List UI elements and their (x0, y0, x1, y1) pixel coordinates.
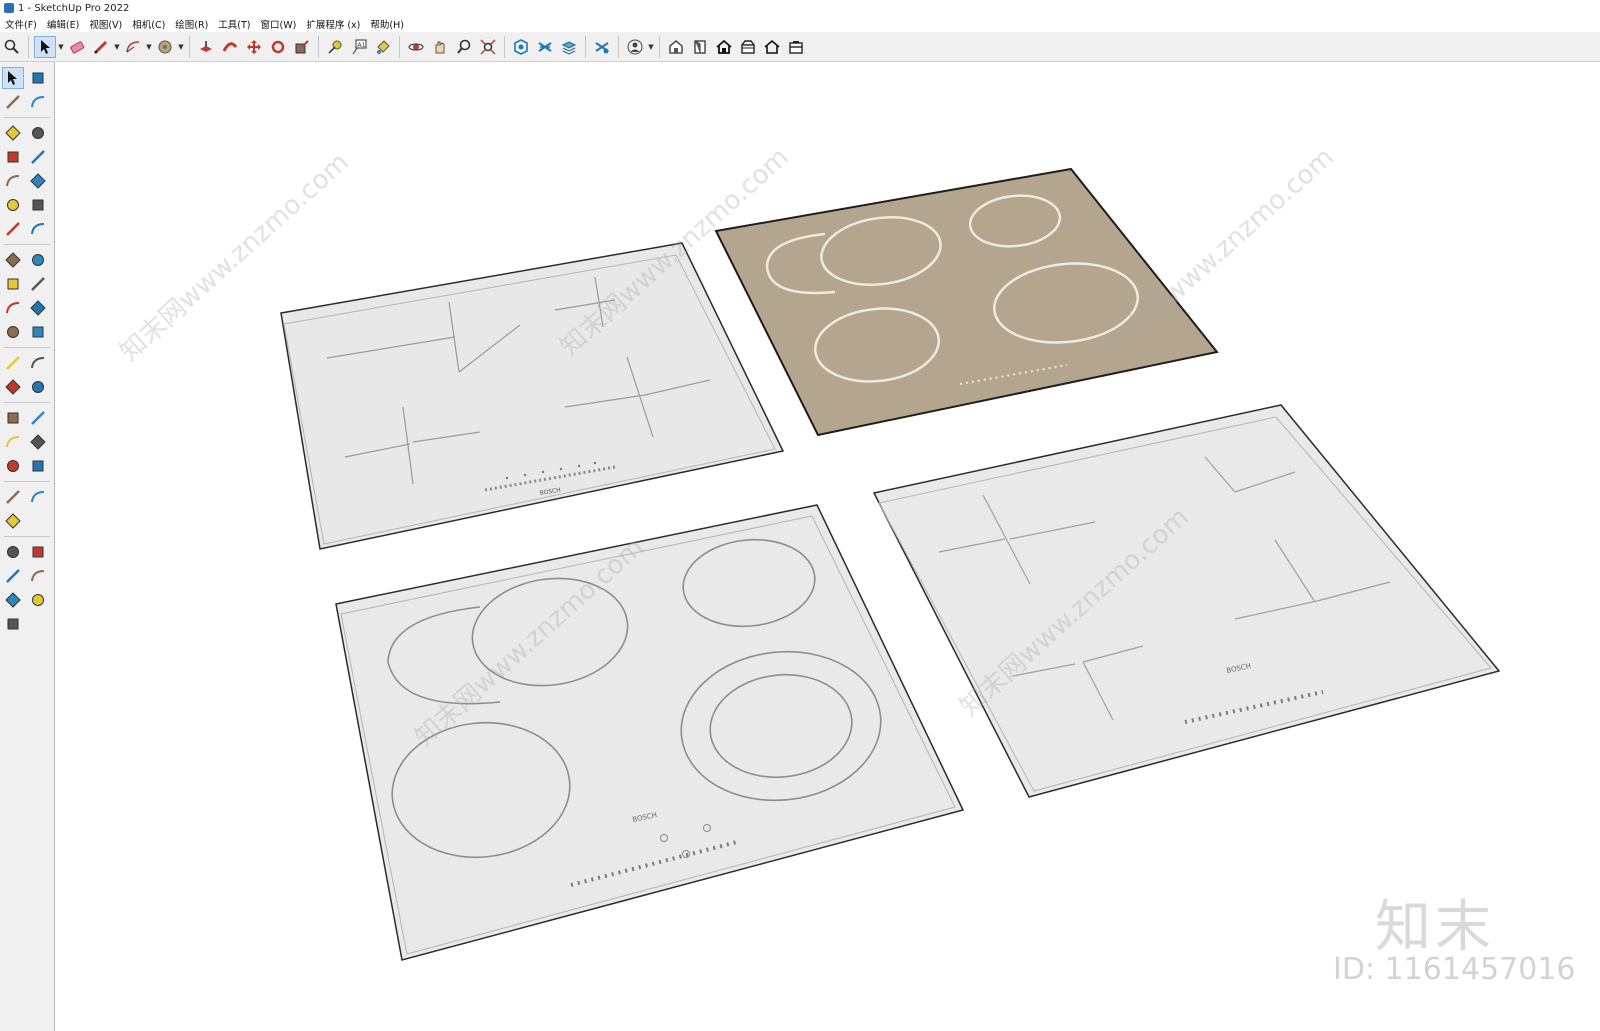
watermark-id: ID: 1161457016 (1333, 952, 1576, 987)
3dtext-icon[interactable] (27, 407, 49, 429)
select-dropdown-icon[interactable]: ▼ (57, 43, 65, 51)
eraser-icon[interactable] (66, 36, 88, 58)
account-dropdown-icon[interactable]: ▼ (647, 43, 655, 51)
arc3-icon[interactable] (2, 249, 24, 271)
tape-icon[interactable] (324, 36, 346, 58)
circle-icon[interactable] (2, 194, 24, 216)
text-icon[interactable] (27, 376, 49, 398)
select-icon[interactable] (34, 35, 56, 58)
section-icon[interactable] (534, 36, 556, 58)
orbit-icon[interactable] (27, 67, 49, 89)
rotate-icon[interactable] (267, 36, 289, 58)
model-viewport[interactable]: BOSCH BOSCH BOSCH 知末网www.znzmo.com 知末网ww… (55, 62, 1600, 1031)
component-icon[interactable] (510, 36, 532, 58)
sketchup-app-icon (4, 3, 14, 13)
pencil-icon[interactable] (2, 146, 24, 168)
menu-draw[interactable]: 绘图(R) (170, 17, 213, 31)
move-icon[interactable] (243, 36, 265, 58)
pencil-dropdown-icon[interactable]: ▼ (113, 43, 121, 51)
arc2-icon[interactable] (27, 218, 49, 240)
component-icon[interactable] (2, 122, 24, 144)
orbit2-icon[interactable] (2, 431, 24, 453)
home-icon[interactable] (713, 36, 735, 58)
ext2-icon[interactable] (2, 613, 24, 635)
rectangle-icon[interactable] (2, 170, 24, 192)
title-bar: 1 - SketchUp Pro 2022 (0, 0, 1600, 16)
rotated-rect-icon[interactable] (27, 170, 49, 192)
protractor-icon[interactable] (2, 376, 24, 398)
watermark-brand: 知末 (1375, 895, 1495, 960)
pan-icon[interactable] (429, 36, 451, 58)
paint-icon[interactable] (2, 91, 24, 113)
section-icon[interactable] (2, 565, 24, 587)
svg-text:A1: A1 (358, 42, 366, 49)
ext-warehouse-icon[interactable] (689, 36, 711, 58)
scale-icon[interactable] (2, 321, 24, 343)
pushpull-icon[interactable] (195, 36, 217, 58)
circle-dropdown-icon[interactable]: ▼ (177, 43, 185, 51)
layers-icon[interactable] (558, 36, 580, 58)
zoom-icon[interactable] (1, 36, 23, 58)
pan-icon[interactable] (27, 431, 49, 453)
arc-icon[interactable] (122, 36, 144, 58)
menu-camera[interactable]: 相机(C) (127, 17, 170, 31)
zoom-icon[interactable] (2, 455, 24, 477)
pushpull-icon[interactable] (27, 273, 49, 295)
main-toolbar: ▼ ▼ ▼ ▼ A1 ▼ (0, 32, 1600, 62)
followme-icon[interactable] (219, 36, 241, 58)
zoom-window-icon[interactable] (27, 455, 49, 477)
arc-icon[interactable] (2, 218, 24, 240)
left-toolbar (0, 62, 55, 1031)
share-icon[interactable] (2, 589, 24, 611)
walk-icon[interactable] (27, 541, 49, 563)
cooktop-top-left[interactable]: BOSCH (280, 242, 785, 550)
circle-icon[interactable] (154, 36, 176, 58)
house-icon[interactable] (761, 36, 783, 58)
menu-bar: 文件(F) 编辑(E) 视图(V) 相机(C) 绘图(R) 工具(T) 窗口(W… (0, 16, 1600, 32)
rotate-icon[interactable] (2, 297, 24, 319)
pie-icon[interactable] (27, 249, 49, 271)
menu-extensions[interactable]: 扩展程序 (x) (301, 17, 365, 31)
arc-dropdown-icon[interactable]: ▼ (145, 43, 153, 51)
menu-help[interactable]: 帮助(H) (365, 17, 409, 31)
move-icon[interactable] (2, 273, 24, 295)
styles-icon[interactable] (591, 36, 613, 58)
menu-view[interactable]: 视图(V) (84, 17, 127, 31)
menu-window[interactable]: 窗口(W) (256, 17, 302, 31)
zoom2-icon[interactable] (453, 36, 475, 58)
followme-icon[interactable] (27, 297, 49, 319)
lookaround-icon[interactable] (2, 541, 24, 563)
previous-icon[interactable] (27, 486, 49, 508)
polygon-icon[interactable] (27, 194, 49, 216)
menu-edit[interactable]: 编辑(E) (42, 17, 84, 31)
account-icon[interactable] (624, 36, 646, 58)
ext-icon[interactable] (27, 589, 49, 611)
zoom-extents-icon[interactable] (2, 486, 24, 508)
window-title: 1 - SketchUp Pro 2022 (18, 2, 130, 14)
offset-icon[interactable] (27, 321, 49, 343)
axes-icon[interactable] (2, 407, 24, 429)
eraser-icon[interactable] (27, 91, 49, 113)
tape-icon[interactable] (2, 352, 24, 374)
text-icon[interactable]: A1 (348, 36, 370, 58)
tag-icon[interactable] (27, 122, 49, 144)
warehouse-icon[interactable] (665, 36, 687, 58)
warehouse-icon[interactable] (27, 565, 49, 587)
paint-icon[interactable] (372, 36, 394, 58)
dimension-icon[interactable] (27, 352, 49, 374)
position-camera-icon[interactable] (2, 510, 24, 532)
pencil-icon[interactable] (90, 36, 112, 58)
zoom-extents-icon[interactable] (477, 36, 499, 58)
orbit-icon[interactable] (405, 36, 427, 58)
freehand-icon[interactable] (27, 146, 49, 168)
select-icon[interactable] (2, 67, 24, 89)
share-icon[interactable] (737, 36, 759, 58)
store-icon[interactable] (785, 36, 807, 58)
menu-file[interactable]: 文件(F) (0, 17, 42, 31)
scale-icon[interactable] (291, 36, 313, 58)
menu-tools[interactable]: 工具(T) (213, 17, 255, 31)
cooktop-bottom-right[interactable]: BOSCH (872, 404, 1501, 798)
